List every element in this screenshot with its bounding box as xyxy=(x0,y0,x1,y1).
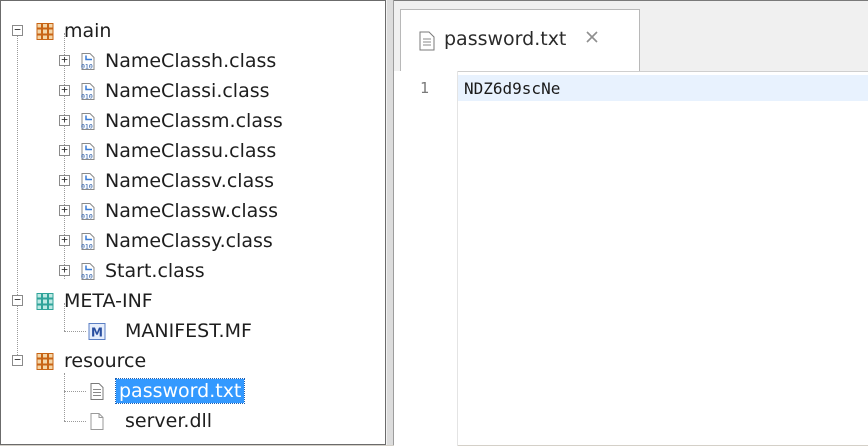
svg-text:010: 010 xyxy=(81,273,93,281)
tree-item-label: Start.class xyxy=(105,260,205,282)
class-file-icon: 010 xyxy=(81,143,95,161)
expand-toggle[interactable]: + xyxy=(59,114,70,126)
text-file-icon xyxy=(90,383,104,400)
tree-item-server-dll[interactable]: server.dll xyxy=(1,409,381,437)
tree-item-class-file[interactable]: + 010 NameClassv.class xyxy=(1,169,381,197)
close-icon[interactable] xyxy=(585,30,599,44)
svg-text:010: 010 xyxy=(81,183,93,191)
tree-item-class-file[interactable]: + 010 NameClassi.class xyxy=(1,79,381,107)
tree-item-label: NameClassv.class xyxy=(105,170,275,192)
pane-splitter[interactable] xyxy=(386,0,394,445)
class-file-icon: 010 xyxy=(81,263,95,281)
collapse-toggle[interactable]: − xyxy=(12,294,23,306)
gutter-separator xyxy=(457,71,458,446)
tree-item-label: resource xyxy=(64,350,147,372)
tree-item-label: server.dll xyxy=(125,410,213,432)
tree-item-class-file[interactable]: + 010 NameClassh.class xyxy=(1,49,381,77)
code-line[interactable]: NDZ6d9scNe xyxy=(464,79,560,98)
expand-toggle[interactable]: + xyxy=(59,264,70,276)
expand-toggle[interactable]: + xyxy=(59,204,70,216)
expand-toggle[interactable]: + xyxy=(59,54,70,66)
class-file-icon: 010 xyxy=(81,113,95,131)
class-file-icon: 010 xyxy=(81,83,95,101)
class-file-icon: 010 xyxy=(81,173,95,191)
svg-text:010: 010 xyxy=(81,243,93,251)
tree-item-label: NameClassw.class xyxy=(105,200,279,222)
tree-item-class-file[interactable]: + 010 NameClassw.class xyxy=(1,199,381,227)
package-icon xyxy=(36,23,54,40)
class-file-icon: 010 xyxy=(81,203,95,221)
tree-item-meta-inf[interactable]: − META-INF xyxy=(1,289,381,317)
svg-text:010: 010 xyxy=(81,153,93,161)
tree-item-label: main xyxy=(64,20,112,42)
tree-item-label: META-INF xyxy=(64,290,153,312)
svg-text:010: 010 xyxy=(81,123,93,131)
editor-pane[interactable]: password.txt 1 NDZ6d9scNe xyxy=(394,0,868,446)
expand-toggle[interactable]: + xyxy=(59,144,70,156)
tree-item-password-txt[interactable]: password.txt xyxy=(1,378,381,407)
expand-toggle[interactable]: + xyxy=(59,84,70,96)
tree-item-label: password.txt xyxy=(114,378,246,404)
tree-item-label: NameClassy.class xyxy=(105,230,273,252)
tab-password-txt[interactable]: password.txt xyxy=(400,9,640,71)
class-file-icon: 010 xyxy=(81,233,95,251)
svg-text:M: M xyxy=(91,326,103,340)
tree-item-main[interactable]: − main xyxy=(1,19,381,47)
tab-title: password.txt xyxy=(444,28,567,50)
line-number: 1 xyxy=(420,79,430,97)
tree-item-manifest[interactable]: M MANIFEST.MF xyxy=(1,319,381,347)
tree-item-resource[interactable]: − resource xyxy=(1,349,381,377)
tree-item-label: NameClassi.class xyxy=(105,80,270,102)
tree-item-label: NameClassm.class xyxy=(105,110,283,132)
manifest-icon: M xyxy=(88,323,106,340)
tree-item-class-file[interactable]: + 010 NameClassy.class xyxy=(1,229,381,257)
tree-item-label: NameClassu.class xyxy=(105,140,277,162)
blank-file-icon xyxy=(90,413,104,430)
expand-toggle[interactable]: + xyxy=(59,174,70,186)
expand-toggle[interactable]: + xyxy=(59,234,70,246)
collapse-toggle[interactable]: − xyxy=(12,24,23,36)
svg-text:010: 010 xyxy=(81,93,93,101)
text-file-icon xyxy=(419,31,435,51)
tree-item-class-file[interactable]: + 010 NameClassu.class xyxy=(1,139,381,167)
tab-strip: password.txt xyxy=(394,1,868,72)
tree-item-label: MANIFEST.MF xyxy=(125,320,252,342)
tree-item-class-file[interactable]: + 010 NameClassm.class xyxy=(1,109,381,137)
line-number-gutter: 1 xyxy=(394,71,457,446)
tree-item-class-file[interactable]: + 010 Start.class xyxy=(1,259,381,287)
collapse-toggle[interactable]: − xyxy=(12,354,23,366)
project-tree[interactable]: − main + 010 NameClassh.class + 010 Name… xyxy=(0,0,386,445)
meta-folder-icon xyxy=(36,293,54,310)
class-file-icon: 010 xyxy=(81,53,95,71)
svg-text:010: 010 xyxy=(81,63,93,71)
tree-item-label: NameClassh.class xyxy=(105,50,277,72)
package-icon xyxy=(36,353,54,370)
svg-text:010: 010 xyxy=(81,213,93,221)
